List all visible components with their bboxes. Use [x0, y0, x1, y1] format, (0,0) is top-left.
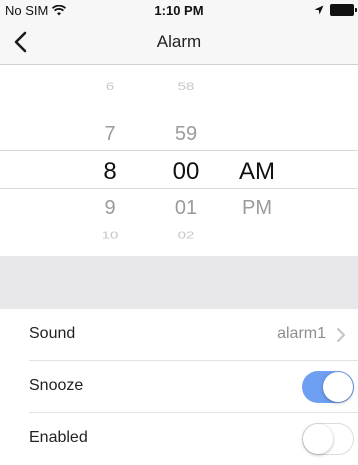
- status-time: 1:10 PM: [154, 3, 204, 18]
- sound-value: alarm1: [277, 325, 326, 342]
- time-picker[interactable]: 6 7 8 9 10 58 59 00 01 02 AM PM: [0, 65, 358, 245]
- hour-option: 6: [105, 80, 115, 93]
- sound-label: Sound: [29, 325, 76, 342]
- minute-option: 59: [174, 123, 198, 145]
- minute-selected: 00: [172, 158, 200, 185]
- minute-option: 01: [174, 197, 198, 219]
- snooze-label: Snooze: [29, 377, 84, 394]
- snooze-row: Snooze: [0, 361, 358, 413]
- location-arrow-icon: [314, 5, 324, 15]
- toggle-knob: [303, 424, 333, 454]
- ampm-selected: AM: [239, 158, 275, 185]
- enabled-row: Enabled: [0, 413, 358, 465]
- minute-wheel[interactable]: 58 59 00 01 02: [160, 65, 212, 245]
- page-title: Alarm: [156, 32, 202, 51]
- hour-option: 9: [104, 197, 116, 219]
- nav-bar: Alarm: [0, 20, 358, 65]
- hour-wheel[interactable]: 6 7 8 9 10: [85, 65, 135, 245]
- chevron-right-icon: [337, 328, 345, 342]
- minute-option: 02: [177, 229, 195, 242]
- battery-icon: [330, 4, 357, 16]
- status-right: [314, 4, 357, 16]
- hour-selected: 8: [103, 158, 117, 185]
- section-gap: [0, 256, 358, 309]
- ampm-option: PM: [242, 197, 272, 219]
- hour-option: 7: [104, 123, 116, 145]
- ampm-wheel[interactable]: AM PM: [230, 65, 284, 245]
- status-bar: No SIM 1:10 PM: [0, 0, 358, 20]
- enabled-label: Enabled: [29, 429, 88, 446]
- toggle-knob: [323, 372, 353, 402]
- snooze-toggle[interactable]: [302, 371, 354, 403]
- sound-row[interactable]: Sound alarm1: [0, 309, 358, 361]
- enabled-toggle[interactable]: [302, 423, 354, 455]
- minute-option: 58: [177, 80, 195, 93]
- hour-option: 10: [101, 229, 119, 242]
